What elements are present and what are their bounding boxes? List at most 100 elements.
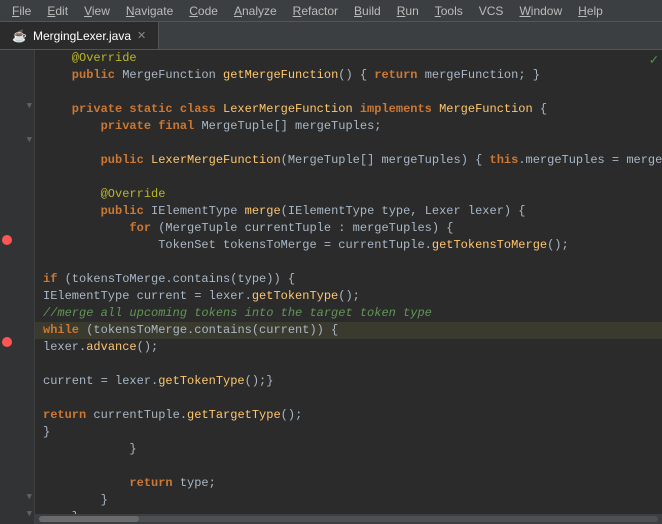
- menu-bar: File Edit View Navigate Code Analyze Ref…: [0, 0, 662, 22]
- editor-area: ✓ ▼ ▼ ▼ ▼ @Override: [0, 50, 662, 524]
- line-14: if (tokensToMerge.contains(type)) {: [0, 271, 662, 288]
- line-content: public IElementType merge(IElementType t…: [35, 203, 526, 220]
- line-number: [0, 288, 35, 305]
- line-22: return currentTuple.getTargetType();: [0, 407, 662, 424]
- menu-help[interactable]: Help: [570, 2, 611, 20]
- line-number: [0, 50, 35, 67]
- menu-view[interactable]: View: [76, 2, 118, 20]
- line-number: [0, 356, 35, 373]
- code-area[interactable]: ▼ ▼ ▼ ▼ @Override public MergeFunction g…: [0, 50, 662, 524]
- line-24: }: [0, 441, 662, 458]
- line-content: IElementType current = lexer.getTokenTyp…: [35, 288, 360, 305]
- line-number: [0, 373, 35, 390]
- line-number: [0, 84, 35, 101]
- menu-run[interactable]: Run: [389, 2, 427, 20]
- line-10: public IElementType merge(IElementType t…: [0, 203, 662, 220]
- line-12: TokenSet tokensToMerge = currentTuple.ge…: [0, 237, 662, 254]
- line-content: }: [35, 441, 137, 458]
- line-1: @Override: [0, 50, 662, 67]
- line-content: if (tokensToMerge.contains(type)) {: [35, 271, 295, 288]
- line-7: public LexerMergeFunction(MergeTuple[] m…: [0, 152, 662, 169]
- line-number: [0, 118, 35, 135]
- tab-merging-lexer[interactable]: ☕ MergingLexer.java ✕: [0, 22, 159, 49]
- line-content: [35, 254, 50, 271]
- tab-bar: ☕ MergingLexer.java ✕: [0, 22, 662, 50]
- line-number: [0, 407, 35, 424]
- menu-navigate[interactable]: Navigate: [118, 2, 181, 20]
- line-number: [0, 424, 35, 441]
- line-27: }: [0, 492, 662, 509]
- tab-close-button[interactable]: ✕: [137, 29, 146, 42]
- line-content: [35, 458, 50, 475]
- line-number: [0, 390, 35, 407]
- menu-refactor[interactable]: Refactor: [285, 2, 346, 20]
- line-15: IElementType current = lexer.getTokenTyp…: [0, 288, 662, 305]
- line-content: return type;: [35, 475, 216, 492]
- line-content: TokenSet tokensToMerge = currentTuple.ge…: [35, 237, 569, 254]
- scrollbar-thumb[interactable]: [39, 516, 139, 522]
- scrollbar-track: [39, 516, 658, 522]
- menu-vcs[interactable]: VCS: [471, 2, 512, 20]
- file-icon: ☕: [12, 29, 27, 43]
- line-content: [35, 84, 50, 101]
- fold-icon-3[interactable]: ▼: [27, 509, 32, 519]
- line-content: return currentTuple.getTargetType();: [35, 407, 302, 424]
- line-content: current = lexer.getTokenType();}: [35, 373, 273, 390]
- line-number: [0, 305, 35, 322]
- line-23: }: [0, 424, 662, 441]
- breakpoint-marker-2: [2, 337, 12, 347]
- line-number: [0, 169, 35, 186]
- line-number: [0, 203, 35, 220]
- menu-window[interactable]: Window: [511, 2, 570, 20]
- line-number: [0, 186, 35, 203]
- line-content: @Override: [35, 50, 137, 67]
- line-content: while (tokensToMerge.contains(current)) …: [35, 322, 338, 339]
- fold-icon-4[interactable]: ▼: [27, 492, 32, 502]
- line-content: private static class LexerMergeFunction …: [35, 101, 547, 118]
- line-6: [0, 135, 662, 152]
- line-content: private final MergeTuple[] mergeTuples;: [35, 118, 381, 135]
- line-3: [0, 84, 662, 101]
- code-content: ▼ ▼ ▼ ▼ @Override public MergeFunction g…: [0, 50, 662, 524]
- line-content: [35, 169, 50, 186]
- tab-label: MergingLexer.java: [33, 29, 131, 43]
- line-18: lexer.advance();: [0, 339, 662, 356]
- line-number: [0, 254, 35, 271]
- menu-code[interactable]: Code: [181, 2, 226, 20]
- horizontal-scrollbar[interactable]: [35, 514, 662, 524]
- line-number: [0, 441, 35, 458]
- fold-icon-2[interactable]: ▼: [27, 135, 32, 145]
- menu-analyze[interactable]: Analyze: [226, 2, 285, 20]
- line-number: [0, 152, 35, 169]
- line-16: //merge all upcoming tokens into the tar…: [0, 305, 662, 322]
- line-content: }: [35, 492, 108, 509]
- line-content: //merge all upcoming tokens into the tar…: [35, 305, 432, 322]
- line-8: [0, 169, 662, 186]
- menu-edit[interactable]: Edit: [39, 2, 76, 20]
- line-2: public MergeFunction getMergeFunction() …: [0, 67, 662, 84]
- line-content: }: [35, 424, 50, 441]
- menu-tools[interactable]: Tools: [427, 2, 471, 20]
- line-content: public LexerMergeFunction(MergeTuple[] m…: [35, 152, 662, 169]
- line-21: [0, 390, 662, 407]
- line-19: [0, 356, 662, 373]
- line-content: [35, 135, 50, 152]
- line-content: [35, 356, 50, 373]
- line-number: [0, 271, 35, 288]
- line-number: [0, 67, 35, 84]
- line-content: [35, 390, 50, 407]
- menu-file[interactable]: File: [4, 2, 39, 20]
- line-17: while (tokensToMerge.contains(current)) …: [0, 322, 662, 339]
- line-9: @Override: [0, 186, 662, 203]
- fold-icon-1[interactable]: ▼: [27, 101, 32, 111]
- line-13: [0, 254, 662, 271]
- line-content: public MergeFunction getMergeFunction() …: [35, 67, 540, 84]
- breakpoint-marker: [2, 235, 12, 245]
- menu-build[interactable]: Build: [346, 2, 389, 20]
- line-number: [0, 458, 35, 475]
- line-content: lexer.advance();: [35, 339, 158, 356]
- line-5: private final MergeTuple[] mergeTuples;: [0, 118, 662, 135]
- line-number: [0, 475, 35, 492]
- line-20: current = lexer.getTokenType();}: [0, 373, 662, 390]
- line-content: @Override: [35, 186, 165, 203]
